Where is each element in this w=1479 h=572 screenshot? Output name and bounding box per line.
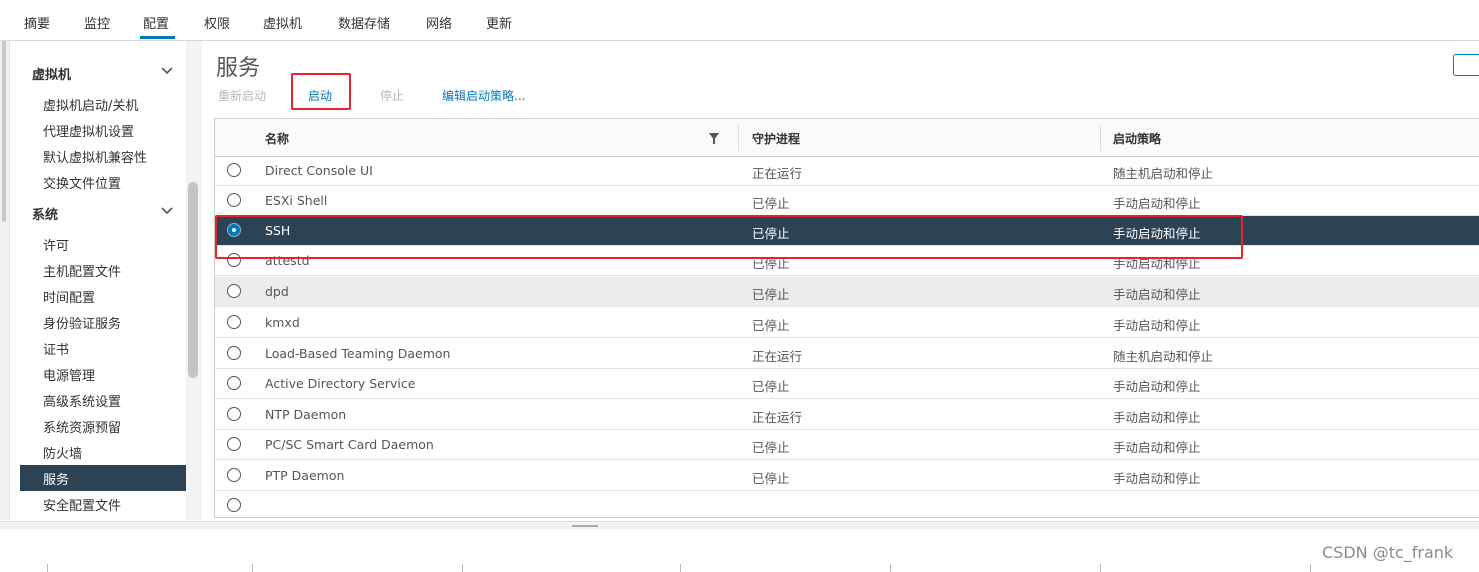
tab-vms[interactable]: 虚拟机 [263, 13, 302, 32]
sidebar-item-vm-startup[interactable]: 虚拟机启动/关机 [43, 95, 138, 114]
watermark: CSDN @tc_frank [1322, 543, 1454, 562]
tab-datastores[interactable]: 数据存储 [338, 13, 390, 32]
sidebar-section-vm[interactable]: 虚拟机 [32, 64, 71, 83]
sidebar-item-security-profile[interactable]: 安全配置文件 [43, 495, 121, 514]
service-name: Load-Based Teaming Daemon [265, 346, 451, 361]
row-radio-button[interactable] [227, 468, 241, 482]
table-row[interactable]: ESXi Shell 已停止 手动启动和停止 [215, 186, 1479, 216]
edit-startup-policy-button[interactable]: 编辑启动策略... [442, 87, 525, 104]
service-name: NTP Daemon [265, 407, 347, 422]
active-tab-indicator [140, 36, 175, 39]
sidebar-item-default-compat[interactable]: 默认虚拟机兼容性 [43, 147, 147, 166]
column-header-name[interactable]: 名称 [265, 130, 289, 147]
row-radio-button[interactable] [227, 346, 241, 360]
row-radio-button[interactable] [227, 163, 241, 177]
row-radio-button[interactable] [227, 376, 241, 390]
restart-button[interactable]: 重新启动 [218, 87, 266, 104]
startup-policy: 手动启动和停止 [1113, 471, 1201, 486]
sidebar-scrollbar-thumb[interactable] [188, 182, 198, 378]
startup-policy: 手动启动和停止 [1113, 440, 1201, 455]
sidebar-item-time-config[interactable]: 时间配置 [43, 287, 95, 306]
startup-policy: 手动启动和停止 [1113, 196, 1201, 211]
outer-scrollbar[interactable] [0, 0, 10, 520]
tab-updates[interactable]: 更新 [486, 13, 512, 32]
startup-policy: 随主机启动和停止 [1113, 166, 1214, 181]
sidebar-item-host-profile[interactable]: 主机配置文件 [43, 261, 121, 280]
sidebar-item-resource-reservation[interactable]: 系统资源预留 [43, 417, 121, 436]
daemon-status: 已停止 [752, 196, 790, 211]
refresh-button[interactable] [1453, 54, 1479, 76]
sidebar-item-advanced-settings[interactable]: 高级系统设置 [43, 391, 121, 410]
daemon-status: 正在运行 [752, 410, 803, 425]
table-row[interactable]: PC/SC Smart Card Daemon 已停止 手动启动和停止 [215, 430, 1479, 460]
service-name: Direct Console UI [265, 163, 373, 178]
tab-permissions[interactable]: 权限 [204, 13, 230, 32]
daemon-status: 已停止 [752, 440, 790, 455]
column-header-daemon[interactable]: 守护进程 [752, 130, 800, 147]
sidebar-item-swap-file[interactable]: 交换文件位置 [43, 173, 121, 192]
chevron-down-icon[interactable] [160, 204, 174, 218]
daemon-status: 已停止 [752, 287, 790, 302]
column-divider[interactable] [738, 125, 739, 151]
filter-icon[interactable] [709, 133, 719, 144]
startup-policy: 手动启动和停止 [1113, 287, 1201, 302]
sidebar-item-agent-vm[interactable]: 代理虚拟机设置 [43, 121, 134, 140]
table-row[interactable]: Load-Based Teaming Daemon 正在运行 随主机启动和停止 [215, 339, 1479, 369]
startup-policy: 手动启动和停止 [1113, 379, 1201, 394]
tab-monitor[interactable]: 监控 [84, 13, 110, 32]
stop-button[interactable]: 停止 [380, 87, 404, 104]
sidebar-item-certificate[interactable]: 证书 [43, 339, 69, 358]
service-name: kmxd [265, 315, 300, 330]
table-row[interactable]: Active Directory Service 已停止 手动启动和停止 [215, 369, 1479, 399]
row-radio-button[interactable] [227, 437, 241, 451]
column-header-startup-policy[interactable]: 启动策略 [1113, 130, 1161, 147]
sidebar-item-auth-services[interactable]: 身份验证服务 [43, 313, 121, 332]
column-divider[interactable] [1100, 125, 1101, 151]
sidebar-item-power-mgmt[interactable]: 电源管理 [43, 365, 95, 384]
table-row[interactable]: kmxd 已停止 手动启动和停止 [215, 308, 1479, 338]
recent-tasks-pane [0, 530, 1479, 572]
sidebar-section-system[interactable]: 系统 [32, 204, 58, 223]
startup-policy: 随主机启动和停止 [1113, 349, 1214, 364]
table-row[interactable]: PTP Daemon 已停止 手动启动和停止 [215, 461, 1479, 491]
row-radio-button[interactable] [227, 498, 241, 512]
sidebar-item-firewall[interactable]: 防火墙 [43, 443, 82, 462]
tab-summary[interactable]: 摘要 [24, 13, 50, 32]
chevron-down-icon[interactable] [160, 64, 174, 78]
daemon-status: 正在运行 [752, 349, 803, 364]
table-header: 名称 守护进程 启动策略 [215, 119, 1479, 157]
sidebar-item-services[interactable]: 服务 [43, 469, 69, 488]
start-button-highlight-box [291, 73, 351, 110]
table-row-partial[interactable] [215, 491, 1479, 517]
daemon-status: 已停止 [752, 471, 790, 486]
ssh-row-highlight-box [215, 215, 1243, 259]
top-tab-bar: 摘要 监控 配置 权限 虚拟机 数据存储 网络 更新 [0, 0, 1479, 41]
table-row[interactable]: Direct Console UI 正在运行 随主机启动和停止 [215, 156, 1479, 186]
sidebar-item-licensing[interactable]: 许可 [43, 235, 69, 254]
tab-networks[interactable]: 网络 [426, 13, 452, 32]
row-radio-button[interactable] [227, 407, 241, 421]
daemon-status: 正在运行 [752, 166, 803, 181]
service-name: dpd [265, 284, 289, 299]
startup-policy: 手动启动和停止 [1113, 410, 1201, 425]
table-row[interactable]: NTP Daemon 正在运行 手动启动和停止 [215, 400, 1479, 430]
table-row[interactable]: dpd 已停止 手动启动和停止 [215, 277, 1479, 307]
page-title: 服务 [216, 56, 261, 81]
row-radio-button[interactable] [227, 315, 241, 329]
tab-configure[interactable]: 配置 [143, 13, 169, 32]
startup-policy: 手动启动和停止 [1113, 318, 1201, 333]
services-table: 名称 守护进程 启动策略 Direct Console UI 正在运行 随主机启… [214, 118, 1479, 518]
service-name: PTP Daemon [265, 468, 345, 483]
splitter-grip[interactable] [572, 525, 598, 527]
row-radio-button[interactable] [227, 284, 241, 298]
service-name: PC/SC Smart Card Daemon [265, 437, 434, 452]
row-radio-button[interactable] [227, 193, 241, 207]
daemon-status: 已停止 [752, 318, 790, 333]
service-name: ESXi Shell [265, 193, 328, 208]
service-name: Active Directory Service [265, 376, 416, 391]
daemon-status: 已停止 [752, 379, 790, 394]
